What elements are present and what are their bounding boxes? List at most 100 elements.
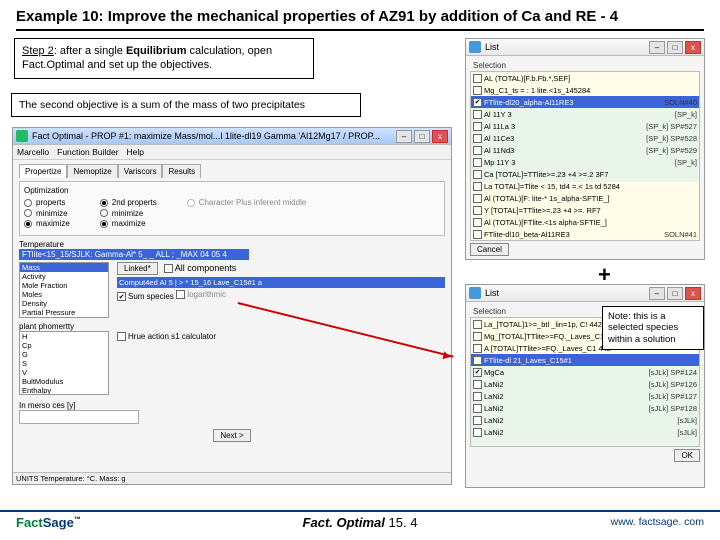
list-item[interactable]: Y [TOTAL]=TTlite>=.23 +4 >=. RF7 — [471, 204, 699, 216]
list-item[interactable]: FTlite-dl20_alpha-Al11RE3SOLN#40 — [471, 96, 699, 108]
listbox-option[interactable]: S — [20, 359, 108, 368]
listbox-option[interactable]: V — [20, 368, 108, 377]
tab-bar[interactable]: Propertize Nemoptize Variscors Results — [19, 164, 445, 178]
list-item[interactable]: FTlite-dl 21_Laves_C15#1 — [471, 354, 699, 366]
list-item[interactable]: FTlite-dl10_beta-Al11RE3SOLN#41 — [471, 228, 699, 240]
check-allcomp[interactable]: All components — [164, 263, 237, 273]
radio-minimize-2[interactable]: minimize — [100, 209, 144, 218]
listbox-option[interactable]: G — [20, 350, 108, 359]
tab-nemoptize[interactable]: Nemoptize — [67, 164, 117, 178]
checkbox-icon[interactable] — [473, 320, 482, 329]
menu-item[interactable]: Help — [127, 147, 144, 157]
list-item[interactable]: MgCa[sJLk] SP#124 — [471, 366, 699, 378]
radio-property[interactable]: properts — [24, 198, 65, 207]
checkbox-icon[interactable] — [473, 206, 482, 215]
temperature-value[interactable]: FTlite<15_15/SJLK: Gamma-Al* 5_ _ ALL ; … — [19, 249, 249, 260]
list-item[interactable]: Mp 11Y 3[SP_k] — [471, 156, 699, 168]
minimize-button[interactable]: – — [396, 130, 412, 143]
listbox-option[interactable]: Mole Fraction — [20, 281, 108, 290]
list-item[interactable]: La TOTAL]=Tlite < 15, td4 =.< 1s td 5284 — [471, 180, 699, 192]
listbox-option[interactable]: Partial Pressure — [20, 308, 108, 317]
checkbox-icon[interactable] — [473, 416, 482, 425]
list-item[interactable]: LaNi2[sJLk] — [471, 426, 699, 438]
close-button[interactable]: x — [685, 287, 701, 300]
checkbox-icon[interactable] — [473, 428, 482, 437]
listbox-option[interactable]: H — [20, 332, 108, 341]
radio-minimize[interactable]: minimize — [24, 209, 68, 218]
maximize-button[interactable]: □ — [667, 287, 683, 300]
checkbox-icon[interactable] — [473, 134, 482, 143]
maximize-button[interactable]: □ — [667, 41, 683, 54]
checkbox-icon[interactable] — [473, 74, 482, 83]
radio-2nd-property[interactable]: 2nd properts — [100, 198, 157, 207]
listbox-option[interactable]: Enthalpy — [20, 386, 108, 395]
list-item-label: Y [TOTAL]=TTlite>=.23 +4 >=. RF7 — [484, 206, 601, 215]
checkbox-icon[interactable] — [473, 194, 482, 203]
listbox-option[interactable]: Moles — [20, 290, 108, 299]
list-item[interactable]: LaNi2[sJLk] SP#128 — [471, 402, 699, 414]
listbox-option[interactable]: Density — [20, 299, 108, 308]
checkbox-icon[interactable] — [473, 332, 482, 341]
linked-button[interactable]: Linked* — [117, 262, 158, 275]
phase-list[interactable]: HCpGSVBultModulusEnthalpy — [19, 331, 109, 395]
checkbox-icon[interactable] — [473, 218, 482, 227]
checkbox-icon[interactable] — [473, 146, 482, 155]
checkbox-icon[interactable] — [473, 344, 482, 353]
next-button[interactable]: Next > — [213, 429, 250, 442]
computed-value[interactable]: Comput4ed AI 5 | > * 15_16 Lave_C15#1 a — [117, 277, 445, 288]
checkbox-icon[interactable] — [473, 86, 482, 95]
listbox-option[interactable]: Volume — [20, 317, 108, 318]
list-item[interactable]: Al 11Y 3[SP_k] — [471, 108, 699, 120]
checkbox-icon[interactable] — [473, 122, 482, 131]
checkbox-icon[interactable] — [473, 368, 482, 377]
minimize-button[interactable]: – — [649, 287, 665, 300]
checkbox-icon[interactable] — [473, 380, 482, 389]
checkbox-icon[interactable] — [473, 182, 482, 191]
list-item[interactable]: Al (TOTAL)[F: lite-* 1s_alpha-SFTIE_] — [471, 192, 699, 204]
menu-item[interactable]: Function Builder — [57, 147, 118, 157]
radio-maximize[interactable]: maximize — [24, 219, 70, 228]
ok-button[interactable]: OK — [674, 449, 700, 462]
list-item[interactable]: LaNi2[sJLk] SP#126 — [471, 378, 699, 390]
menu-bar[interactable]: Marcello Function Builder Help — [13, 145, 451, 160]
radio-maximize-2[interactable]: maximize — [100, 219, 146, 228]
list-item[interactable]: Ca [TOTAL]=TTlite>=.23 +4 >=.2 3F7 — [471, 168, 699, 180]
list-item[interactable]: Mg_C1_ts = : 1 lite.<1s_145284 — [471, 84, 699, 96]
list-item[interactable]: Al 11La 3[SP_k] SP#527 — [471, 120, 699, 132]
list-item[interactable]: LaNi2[sJLk] SP#127 — [471, 390, 699, 402]
list-item[interactable]: Al (TOTAL)[FTlite.<1s alpha-SFTIE_] — [471, 216, 699, 228]
menu-item[interactable]: Marcello — [17, 147, 49, 157]
checkbox-icon[interactable] — [473, 110, 482, 119]
intersec-field[interactable] — [19, 410, 139, 424]
list-item-code: [sJLk] — [671, 428, 697, 437]
maximize-button[interactable]: □ — [414, 130, 430, 143]
listbox-option[interactable]: Activity — [20, 272, 108, 281]
list-item[interactable]: Al 11Nd3[SP_k] SP#529 — [471, 144, 699, 156]
tab-variscors[interactable]: Variscors — [118, 164, 163, 178]
check-sum[interactable]: Sum species — [117, 292, 174, 301]
check-log[interactable]: logarithmic — [176, 290, 226, 299]
close-button[interactable]: x — [432, 130, 448, 143]
tab-properties[interactable]: Propertize — [19, 164, 67, 178]
checkbox-icon[interactable] — [473, 356, 482, 365]
listbox-option[interactable]: Mass — [20, 263, 108, 272]
checkbox-icon[interactable] — [473, 230, 482, 239]
check-normalize[interactable]: Hrue action s1 calculator — [117, 332, 216, 341]
property-list[interactable]: MassActivityMole FractionMolesDensityPar… — [19, 262, 109, 318]
checkbox-icon[interactable] — [473, 404, 482, 413]
tab-results[interactable]: Results — [162, 164, 201, 178]
list-item[interactable]: AL (TOTAL)[F.b.Fb.*,SEF] — [471, 72, 699, 84]
checkbox-icon[interactable] — [473, 170, 482, 179]
checkbox-icon[interactable] — [473, 392, 482, 401]
listbox-option[interactable]: BultModulus — [20, 377, 108, 386]
checkbox-icon[interactable] — [473, 98, 482, 107]
cancel-button[interactable]: Cancel — [470, 243, 509, 256]
list-item[interactable]: Al 11Ce3[SP_k] SP#528 — [471, 132, 699, 144]
close-button[interactable]: x — [685, 41, 701, 54]
checkbox-icon[interactable] — [473, 158, 482, 167]
list-item[interactable]: LaNi2[sJLk] — [471, 414, 699, 426]
list-item-label: Mg_C1_ts = : 1 lite.<1s_145284 — [484, 86, 590, 95]
minimize-button[interactable]: – — [649, 41, 665, 54]
species-list[interactable]: AL (TOTAL)[F.b.Fb.*,SEF] Mg_C1_ts = : 1 l… — [470, 71, 700, 241]
listbox-option[interactable]: Cp — [20, 341, 108, 350]
